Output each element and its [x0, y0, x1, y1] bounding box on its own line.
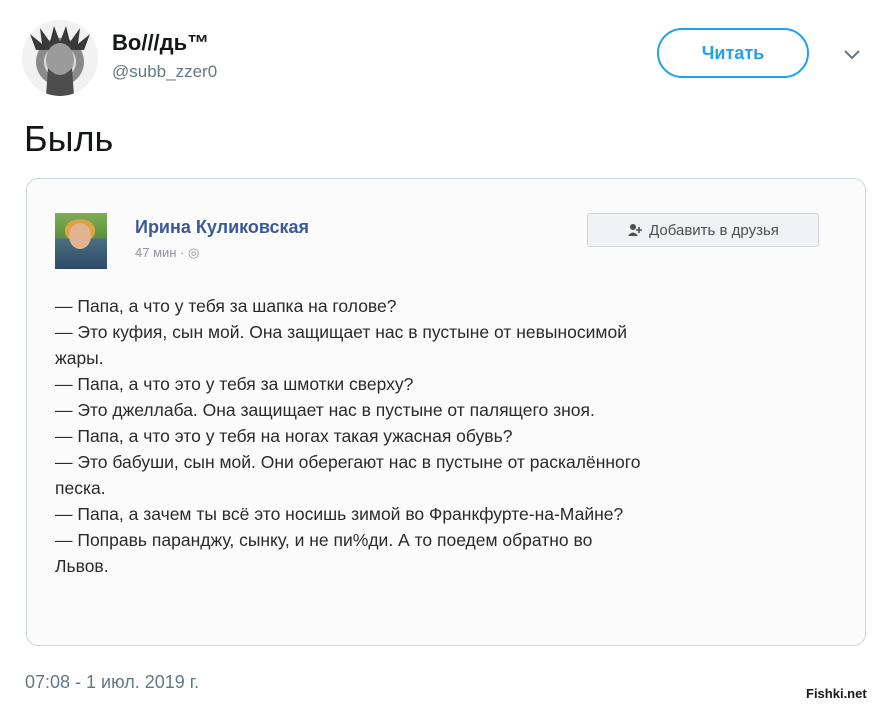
- tweet-timestamp[interactable]: 07:08 - 1 июл. 2019 г.: [25, 672, 199, 693]
- post-line: — Это бабуши, сын мой. Они оберегают нас…: [55, 452, 641, 472]
- post-meta: 47 мин · ◎: [135, 245, 200, 260]
- post-line: — Папа, а что это у тебя на ногах такая …: [55, 426, 513, 446]
- add-friend-label: Добавить в друзья: [649, 221, 779, 239]
- embedded-post-image[interactable]: Ирина Куликовская 47 мин · ◎ Добавить в …: [26, 178, 866, 646]
- follow-button[interactable]: Читать: [657, 28, 809, 78]
- post-line: — Папа, а зачем ты всё это носишь зимой …: [55, 504, 624, 524]
- post-line: жары.: [55, 348, 104, 368]
- post-line: — Это куфия, сын мой. Она защищает нас в…: [55, 322, 627, 342]
- post-author-avatar: [55, 213, 107, 269]
- post-line: — Это джеллаба. Она защищает нас в пусты…: [55, 400, 595, 420]
- post-line: песка.: [55, 478, 106, 498]
- watermark: Fishki.net: [806, 686, 867, 701]
- post-line: — Папа, а что у тебя за шапка на голове?: [55, 296, 397, 316]
- add-friend-button: Добавить в друзья: [587, 213, 819, 247]
- avatar-face: [69, 223, 91, 249]
- tweet-text: Быль: [24, 118, 114, 159]
- user-avatar[interactable]: [22, 20, 98, 96]
- avatar-portrait-icon: [30, 26, 90, 96]
- display-name[interactable]: Во///дь™: [112, 30, 209, 56]
- post-line: — Папа, а что это у тебя за шмотки сверх…: [55, 374, 414, 394]
- post-author-name: Ирина Куликовская: [135, 217, 310, 237]
- chevron-down-icon[interactable]: [842, 48, 862, 62]
- post-line: Львов.: [55, 556, 109, 576]
- post-body: — Папа, а что у тебя за шапка на голове?…: [55, 293, 825, 579]
- post-line: — Поправь паранджу, сынку, и не пи%ди. А…: [55, 530, 593, 550]
- user-handle[interactable]: @subb_zzer0: [112, 62, 217, 82]
- add-friend-icon: [628, 224, 643, 236]
